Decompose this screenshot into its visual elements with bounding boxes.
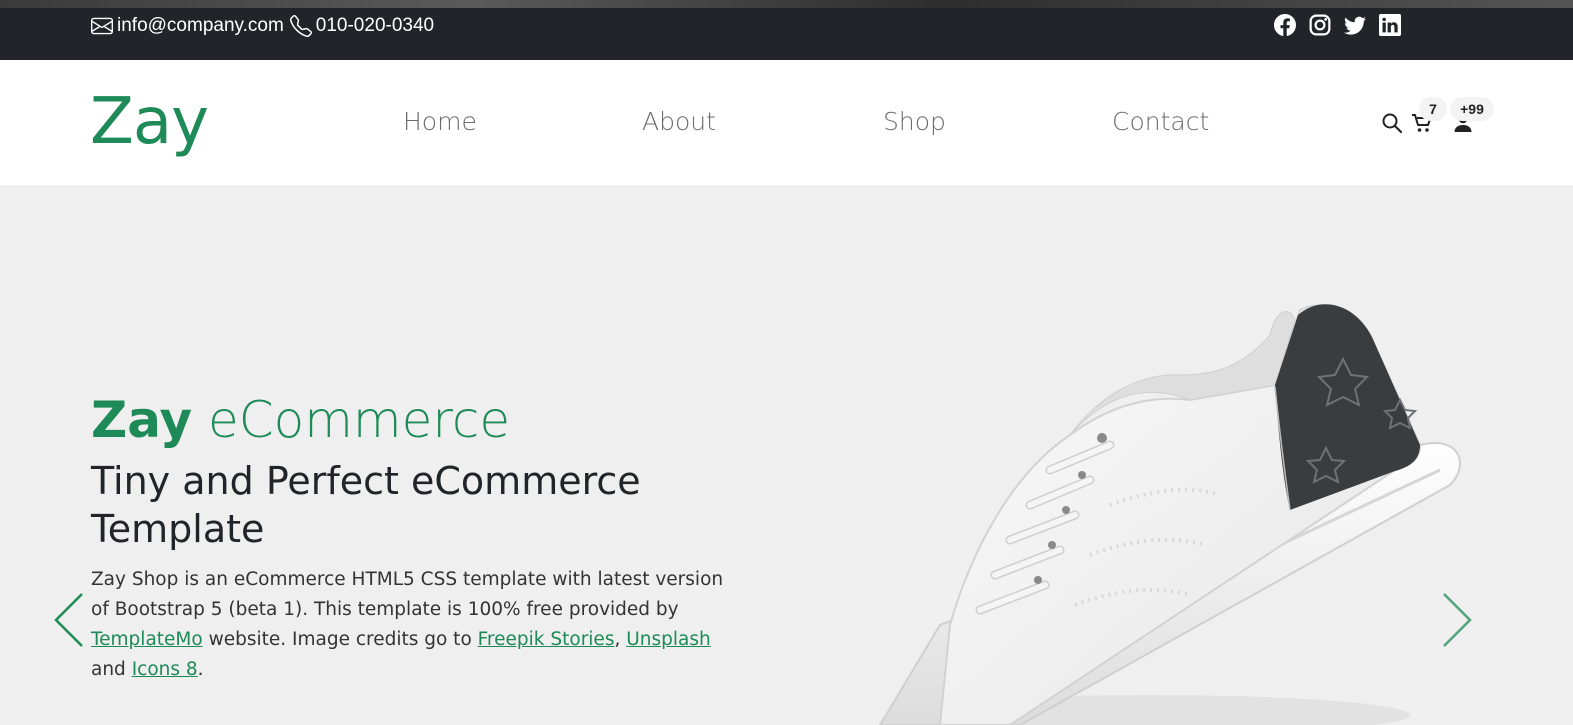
hero-desc-part: and bbox=[91, 659, 132, 680]
nav-contact[interactable]: Contact bbox=[1112, 107, 1209, 137]
hero-sneaker-image bbox=[878, 304, 1461, 725]
contact-info: info@company.com 010-020-0340 bbox=[91, 14, 440, 38]
phone-icon bbox=[289, 15, 312, 37]
twitter-icon[interactable] bbox=[1344, 14, 1366, 36]
hero-title-bold: Zay bbox=[91, 391, 193, 449]
search-icon[interactable] bbox=[1381, 112, 1403, 134]
hero-desc-part: , bbox=[614, 629, 627, 650]
cart-count-badge: 7 bbox=[1419, 97, 1447, 121]
carousel-prev-chevron-icon[interactable] bbox=[52, 590, 86, 650]
envelope-icon bbox=[91, 17, 113, 35]
hero-title: Zay eCommerce bbox=[91, 390, 510, 450]
nav-shop[interactable]: Shop bbox=[883, 107, 946, 137]
unsplash-link[interactable]: Unsplash bbox=[626, 629, 711, 650]
top-contact-bar: info@company.com 010-020-0340 bbox=[0, 0, 1573, 60]
instagram-icon[interactable] bbox=[1309, 14, 1331, 36]
nav-about[interactable]: About bbox=[642, 107, 716, 137]
user-count-badge: +99 bbox=[1450, 97, 1494, 121]
templatemo-link[interactable]: TemplateMo bbox=[91, 629, 203, 650]
hero-subtitle: Tiny and Perfect eCommerce Template bbox=[91, 459, 641, 551]
hero-carousel: Zay eCommerce Tiny and Perfect eCommerce… bbox=[0, 185, 1573, 725]
hero-title-rest: eCommerce bbox=[192, 391, 511, 449]
facebook-icon[interactable] bbox=[1274, 14, 1296, 36]
main-navbar: Zay Home About Shop Contact 7 +99 bbox=[0, 60, 1573, 185]
icons8-link[interactable]: Icons 8 bbox=[132, 659, 198, 680]
hero-desc-part: Zay Shop is an eCommerce HTML5 CSS templ… bbox=[91, 569, 724, 620]
email-link[interactable]: info@company.com bbox=[117, 15, 284, 37]
nav-home[interactable]: Home bbox=[403, 107, 477, 137]
social-links bbox=[1274, 14, 1401, 36]
phone-link[interactable]: 010-020-0340 bbox=[316, 15, 434, 37]
linkedin-icon[interactable] bbox=[1379, 14, 1401, 36]
hero-description: Zay Shop is an eCommerce HTML5 CSS templ… bbox=[91, 565, 741, 685]
freepik-link[interactable]: Freepik Stories bbox=[478, 629, 615, 650]
hero-desc-part: . bbox=[197, 659, 204, 680]
hero-desc-part: website. Image credits go to bbox=[202, 629, 478, 650]
brand-logo[interactable]: Zay bbox=[90, 82, 209, 162]
